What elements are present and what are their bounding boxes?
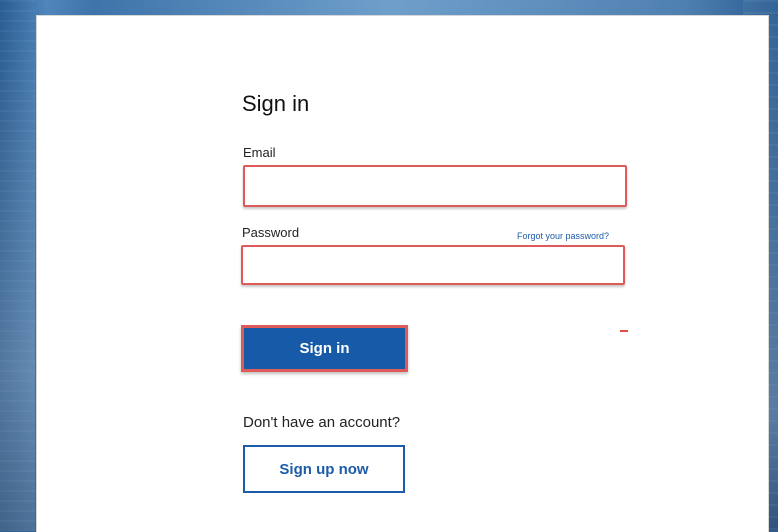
validation-marker	[620, 330, 628, 332]
email-label: Email	[243, 145, 276, 160]
page-title: Sign in	[242, 91, 310, 116]
background-left-architecture	[0, 0, 35, 531]
email-field[interactable]	[243, 165, 627, 207]
forgot-password-link[interactable]: Forgot your password?	[517, 231, 609, 241]
account-prompt: Don't have an account?	[243, 414, 401, 431]
password-field[interactable]	[241, 245, 625, 285]
sign-in-button[interactable]: Sign in	[241, 325, 408, 372]
sign-up-button[interactable]: Sign up now	[243, 445, 405, 493]
signin-card: Sign in Email Password Forgot your passw…	[36, 15, 769, 532]
password-label: Password	[242, 225, 300, 240]
